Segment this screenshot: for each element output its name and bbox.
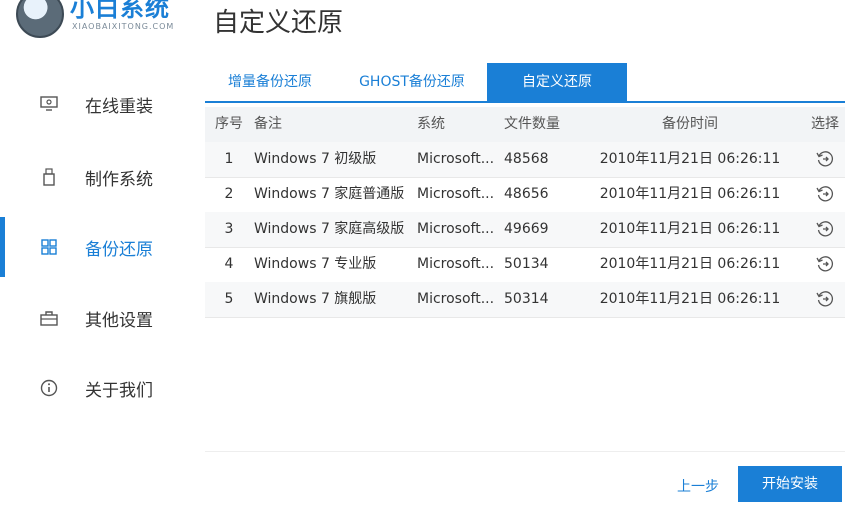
start-install-button[interactable]: 开始安装: [738, 466, 842, 502]
row-no: 3: [224, 221, 234, 237]
briefcase-icon: [38, 307, 60, 329]
row-count: 48656: [504, 186, 549, 202]
logo-icon: [16, 0, 64, 38]
col-header-select: 选择: [811, 116, 839, 132]
row-no: 1: [224, 151, 234, 167]
row-time: 2010年11月21日 06:26:11: [599, 151, 781, 167]
sidebar-item-label: 制作系统: [85, 169, 153, 190]
app-logo: 小白系统 XIAOBAIXITONG.COM: [16, 0, 196, 38]
restore-icon[interactable]: [816, 220, 834, 238]
row-system: Microsoft...: [417, 291, 495, 307]
sidebar-item-online-reinstall[interactable]: 在线重装: [0, 84, 190, 124]
row-system: Microsoft...: [417, 221, 495, 237]
table-row[interactable]: 1 Windows 7 初级版 Microsoft... 48568 2010年…: [205, 142, 845, 178]
table-row[interactable]: 4 Windows 7 专业版 Microsoft... 50134 2010年…: [205, 247, 845, 283]
tab-ghost-backup[interactable]: GHOST备份还原: [347, 63, 477, 101]
sidebar-item-label: 在线重装: [85, 96, 153, 117]
tab-custom-restore[interactable]: 自定义还原: [487, 63, 627, 101]
row-count: 49669: [504, 221, 549, 237]
col-header-no: 序号: [215, 116, 243, 132]
row-note: Windows 7 家庭高级版: [254, 221, 405, 237]
row-time: 2010年11月21日 06:26:11: [599, 256, 781, 272]
table-row[interactable]: 3 Windows 7 家庭高级版 Microsoft... 49669 201…: [205, 212, 845, 248]
sidebar-item-about-us[interactable]: 关于我们: [0, 368, 190, 408]
sidebar-item-backup-restore[interactable]: 备份还原: [0, 217, 190, 277]
col-header-count: 文件数量: [504, 116, 560, 132]
row-note: Windows 7 旗舰版: [254, 291, 377, 307]
row-select: [803, 212, 847, 247]
row-count: 48568: [504, 151, 549, 167]
row-system: Microsoft...: [417, 186, 495, 202]
row-no: 4: [224, 256, 234, 272]
info-icon: [38, 377, 60, 399]
prev-step-button[interactable]: 上一步: [668, 470, 728, 504]
row-count: 50134: [504, 256, 549, 272]
sidebar-item-other-settings[interactable]: 其他设置: [0, 298, 190, 338]
restore-icon[interactable]: [816, 150, 834, 168]
sidebar-item-make-system[interactable]: 制作系统: [0, 157, 190, 197]
row-time: 2010年11月21日 06:26:11: [599, 221, 781, 237]
row-select: [803, 247, 847, 282]
row-no: 5: [224, 291, 234, 307]
col-header-time: 备份时间: [662, 116, 718, 132]
logo-subtitle: XIAOBAIXITONG.COM: [72, 22, 175, 31]
row-select: [803, 142, 847, 177]
row-select: [803, 177, 847, 212]
monitor-icon: [38, 93, 60, 115]
grid-icon: [38, 236, 60, 258]
usb-icon: [38, 166, 60, 188]
row-select: [803, 282, 847, 317]
tab-incremental-backup[interactable]: 增量备份还原: [217, 63, 323, 101]
table-header: 序号 备注 系统 文件数量 备份时间 选择: [205, 107, 845, 142]
sidebar-item-label: 关于我们: [85, 380, 153, 401]
tab-bar: 增量备份还原 GHOST备份还原 自定义还原: [205, 63, 845, 103]
row-system: Microsoft...: [417, 151, 495, 167]
page-title: 自定义还原: [213, 8, 344, 38]
row-note: Windows 7 家庭普通版: [254, 186, 405, 202]
row-note: Windows 7 专业版: [254, 256, 377, 272]
col-header-note: 备注: [254, 116, 282, 132]
sidebar-item-label: 其他设置: [85, 310, 153, 331]
row-no: 2: [224, 186, 234, 202]
row-time: 2010年11月21日 06:26:11: [599, 291, 781, 307]
footer-divider: [205, 451, 845, 452]
restore-icon[interactable]: [816, 185, 834, 203]
restore-icon[interactable]: [816, 290, 834, 308]
row-system: Microsoft...: [417, 256, 495, 272]
row-time: 2010年11月21日 06:26:11: [599, 186, 781, 202]
row-count: 50314: [504, 291, 549, 307]
table-row[interactable]: 5 Windows 7 旗舰版 Microsoft... 50314 2010年…: [205, 282, 845, 318]
logo-title: 小白系统: [70, 0, 170, 22]
sidebar-item-label: 备份还原: [85, 239, 153, 260]
col-header-system: 系统: [417, 116, 445, 132]
table-row[interactable]: 2 Windows 7 家庭普通版 Microsoft... 48656 201…: [205, 177, 845, 213]
row-note: Windows 7 初级版: [254, 151, 377, 167]
restore-icon[interactable]: [816, 255, 834, 273]
